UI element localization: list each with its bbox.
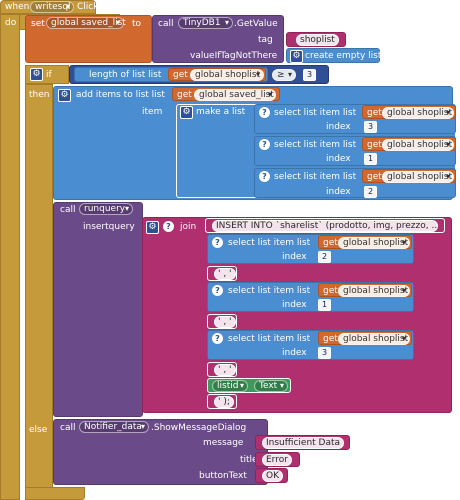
create-empty-list-label: create empty list bbox=[305, 51, 382, 61]
variable-dropdown-shoplist[interactable]: global shoplist bbox=[382, 139, 454, 151]
text-value-shoplist[interactable]: shoplist bbox=[296, 34, 339, 46]
if-bottom-bar bbox=[25, 487, 85, 500]
variable-dropdown-shoplist[interactable]: global shoplist bbox=[382, 171, 454, 183]
button-text-label: buttonText bbox=[199, 471, 247, 481]
text-value-button[interactable]: OK bbox=[262, 470, 283, 482]
index-label: index bbox=[326, 154, 351, 164]
join-gear-icon[interactable]: ⚙ bbox=[146, 221, 159, 234]
property-dropdown-text[interactable]: Text bbox=[254, 380, 288, 392]
help-icon[interactable]: ? bbox=[259, 107, 270, 118]
event-left-bar bbox=[0, 14, 20, 500]
index-number[interactable]: 1 bbox=[318, 299, 331, 311]
index-label: index bbox=[326, 187, 351, 197]
get-keyword: get bbox=[367, 172, 382, 182]
help-icon[interactable]: ? bbox=[212, 333, 223, 344]
get-keyword: get bbox=[323, 238, 338, 248]
then-keyword: then bbox=[29, 90, 50, 100]
make-a-list-label: make a list bbox=[196, 107, 246, 117]
text-value-message[interactable]: Insufficient Data bbox=[262, 437, 345, 449]
text-value-end[interactable]: ' ); bbox=[214, 396, 234, 408]
variable-dropdown-shoplist[interactable]: global shoplist bbox=[338, 333, 410, 345]
index-label: index bbox=[282, 252, 307, 262]
procedure-dropdown-runquery[interactable]: runquery bbox=[79, 203, 133, 215]
text-value-separator[interactable]: ' , ' bbox=[214, 268, 236, 280]
get-keyword: get bbox=[173, 70, 188, 80]
add-items-gear-icon[interactable]: ⚙ bbox=[58, 89, 71, 102]
get-keyword: get bbox=[367, 140, 382, 150]
select-list-item-label: select list item list bbox=[274, 172, 357, 182]
to-keyword: to bbox=[132, 19, 142, 29]
index-number[interactable]: 1 bbox=[364, 153, 377, 165]
tag-label: tag bbox=[258, 35, 273, 45]
join-label: join bbox=[180, 222, 197, 232]
select-list-item-label: select list item list bbox=[274, 108, 357, 118]
when-keyword: when bbox=[5, 2, 30, 12]
if-keyword: if bbox=[46, 70, 52, 80]
call-runquery-block[interactable] bbox=[53, 202, 143, 417]
method-showmessagedialog: .ShowMessageDialog bbox=[151, 423, 247, 433]
component-dropdown-writesql[interactable]: writesql bbox=[30, 1, 74, 13]
help-icon[interactable]: ? bbox=[259, 171, 270, 182]
variable-dropdown-saved-list[interactable]: global saved_list bbox=[194, 89, 276, 101]
if-gear-icon[interactable]: ⚙ bbox=[30, 68, 43, 81]
component-dropdown-notifier[interactable]: Notifier_data bbox=[79, 421, 149, 433]
variable-dropdown-shoplist[interactable]: global shoplist bbox=[338, 237, 410, 249]
text-value-separator[interactable]: ' , ' bbox=[214, 316, 236, 328]
select-list-item-label: select list item list bbox=[228, 238, 311, 248]
if-left-bar bbox=[25, 84, 53, 500]
message-label: message bbox=[203, 438, 244, 448]
text-value-separator[interactable]: ' , ' bbox=[214, 364, 236, 376]
get-keyword: get bbox=[323, 286, 338, 296]
get-keyword: get bbox=[323, 334, 338, 344]
call-keyword: call bbox=[60, 205, 76, 215]
help-icon[interactable]: ? bbox=[259, 139, 270, 150]
index-label: index bbox=[282, 348, 307, 358]
select-list-item-label: select list item list bbox=[274, 140, 357, 150]
select-list-item-label: select list item list bbox=[228, 334, 311, 344]
length-of-list-label: length of list list bbox=[89, 70, 162, 80]
get-keyword: get bbox=[177, 90, 192, 100]
make-a-list-gear-icon[interactable]: ⚙ bbox=[180, 106, 193, 119]
do-keyword: do bbox=[5, 18, 17, 28]
component-dropdown-tinydb[interactable]: TinyDB1 bbox=[178, 17, 233, 29]
compare-operator-dropdown[interactable]: ≥ bbox=[272, 69, 296, 81]
select-list-item-label: select list item list bbox=[228, 286, 311, 296]
index-number[interactable]: 3 bbox=[318, 347, 331, 359]
index-label: index bbox=[282, 300, 307, 310]
item-label: item bbox=[142, 107, 163, 117]
help-icon[interactable]: ? bbox=[212, 237, 223, 248]
text-value-title[interactable]: Error bbox=[262, 454, 292, 466]
index-number[interactable]: 2 bbox=[364, 186, 377, 198]
component-dropdown-listid[interactable]: listid bbox=[212, 380, 248, 392]
variable-dropdown-shoplist[interactable]: global shoplist bbox=[338, 285, 410, 297]
index-number[interactable]: 3 bbox=[364, 121, 377, 133]
text-value-sql[interactable]: INSERT INTO `sharelist` (prodotto, img, … bbox=[212, 220, 438, 232]
compare-value-number[interactable]: 3 bbox=[303, 69, 316, 81]
set-keyword: set bbox=[31, 19, 45, 29]
get-keyword: get bbox=[367, 108, 382, 118]
else-keyword: else bbox=[29, 425, 48, 435]
call-keyword: call bbox=[158, 19, 174, 29]
index-label: index bbox=[326, 122, 351, 132]
value-if-tag-not-there-label: valueIfTagNotThere bbox=[190, 51, 278, 61]
add-items-label: add items to list list bbox=[76, 90, 165, 100]
variable-dropdown-saved-list[interactable]: global saved_list bbox=[46, 17, 126, 29]
variable-dropdown-shoplist[interactable]: global shoplist bbox=[190, 69, 264, 81]
index-number[interactable]: 2 bbox=[318, 251, 331, 263]
method-getvalue: .GetValue bbox=[234, 19, 278, 29]
variable-dropdown-shoplist[interactable]: global shoplist bbox=[382, 107, 454, 119]
help-icon[interactable]: ? bbox=[212, 285, 223, 296]
help-icon[interactable]: ? bbox=[163, 221, 174, 232]
call-keyword: call bbox=[60, 423, 76, 433]
create-empty-list-gear-icon[interactable]: ⚙ bbox=[290, 50, 303, 63]
event-name: Click bbox=[77, 2, 99, 12]
insertquery-label: insertquery bbox=[83, 222, 135, 232]
